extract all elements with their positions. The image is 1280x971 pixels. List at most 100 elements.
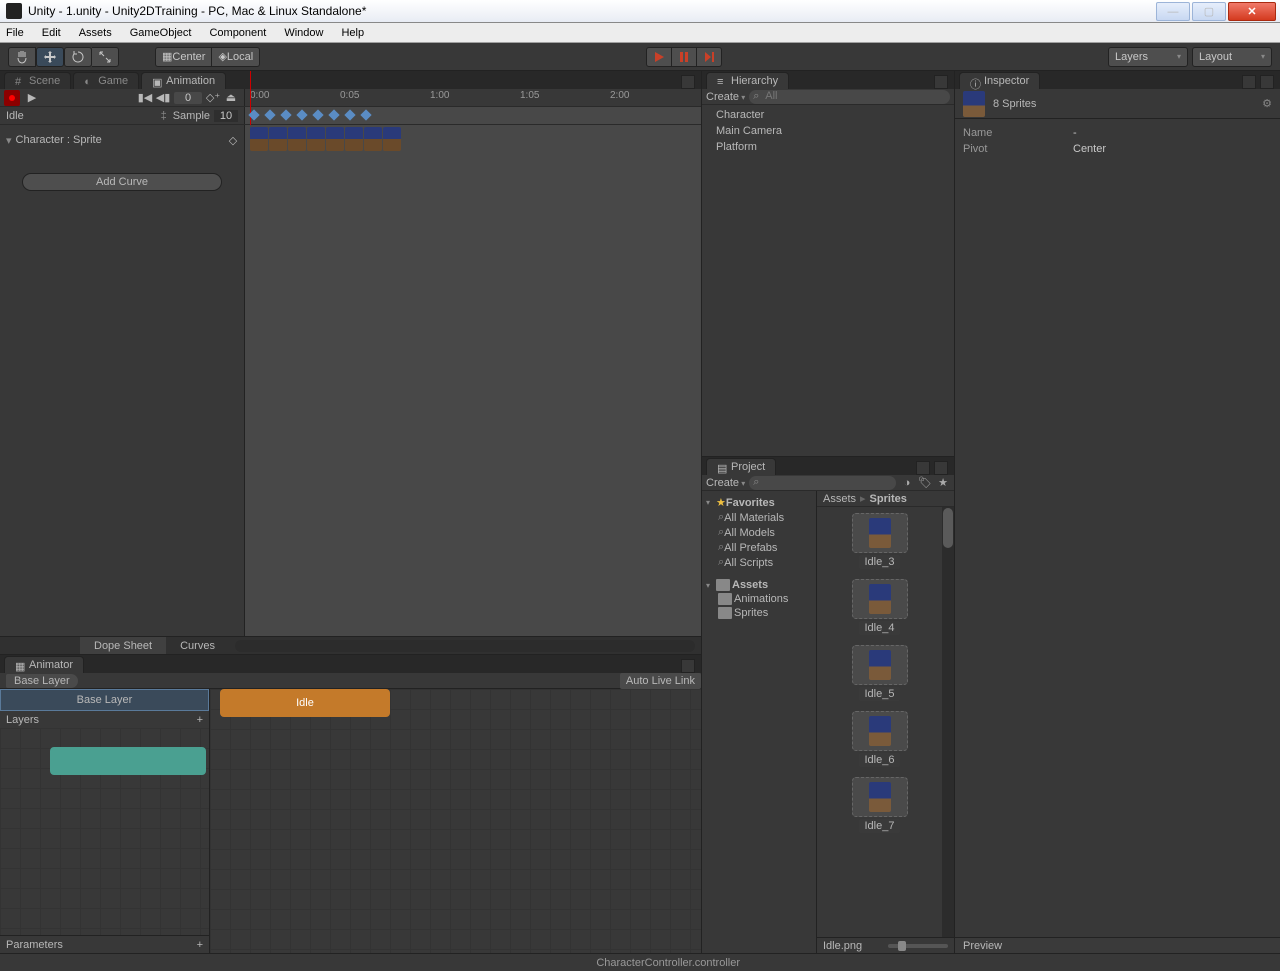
project-scrollbar[interactable] <box>942 507 954 937</box>
window-minimize-button[interactable]: — <box>1156 2 1190 21</box>
auto-live-link-button[interactable]: Auto Live Link <box>620 673 701 689</box>
panel-menu-button[interactable] <box>934 461 948 475</box>
folder-item[interactable]: Animations <box>704 592 814 606</box>
anim-prev-frame-button[interactable]: ◀▮ <box>156 91 170 105</box>
layers-dropdown[interactable]: Layers <box>1108 47 1188 67</box>
anim-next-key-button[interactable]: ◇⁺ <box>206 91 220 105</box>
anim-property-row[interactable]: ▾ Character : Sprite ◇ <box>6 131 238 149</box>
menu-component[interactable]: Component <box>209 27 266 39</box>
favorite-item[interactable]: ⌕All Materials <box>704 510 814 525</box>
frame-number-field[interactable]: 0 <box>174 92 202 104</box>
menu-help[interactable]: Help <box>341 27 364 39</box>
pivot-local-button[interactable]: ◈ Local <box>212 47 260 67</box>
favorite-item[interactable]: ⌕All Models <box>704 525 814 540</box>
keyframe-track[interactable] <box>245 107 701 124</box>
preview-header[interactable]: Preview <box>955 937 1280 953</box>
asset-item[interactable]: Idle_5 <box>845 645 915 701</box>
tab-project[interactable]: ▤Project <box>706 458 776 475</box>
hierarchy-item[interactable]: Character <box>702 107 954 123</box>
tab-animator[interactable]: ▦Animator <box>4 656 84 673</box>
menu-window[interactable]: Window <box>284 27 323 39</box>
asset-item[interactable]: Idle_4 <box>845 579 915 635</box>
animator-breadcrumb[interactable]: Base Layer <box>6 674 78 688</box>
favorite-item[interactable]: ⌕All Scripts <box>704 555 814 570</box>
breadcrumb-item[interactable]: Sprites <box>870 493 907 505</box>
animator-graph-canvas[interactable]: Idle <box>210 689 701 953</box>
hierarchy-item[interactable]: Platform <box>702 139 954 155</box>
dope-sheet-tab[interactable]: Dope Sheet <box>80 637 166 654</box>
panel-menu-button[interactable] <box>934 75 948 89</box>
inspector-settings-button[interactable]: ⚙ <box>1262 97 1272 110</box>
window-maximize-button[interactable]: ▢ <box>1192 2 1226 21</box>
search-by-label-button[interactable]: 🏷 <box>918 476 932 490</box>
scene-icon: # <box>15 76 25 86</box>
panel-lock-button[interactable] <box>1242 75 1256 89</box>
search-by-type-button[interactable]: ◑ <box>900 476 914 490</box>
keyframe[interactable] <box>280 109 291 120</box>
step-button[interactable] <box>697 47 722 67</box>
keyframe[interactable] <box>248 109 259 120</box>
hand-tool-button[interactable] <box>8 47 36 67</box>
hierarchy-item[interactable]: Main Camera <box>702 123 954 139</box>
pivot-center-button[interactable]: ▦ Center <box>155 47 212 67</box>
ruler-label: 2:00 <box>610 90 629 101</box>
window-titlebar: Unity - 1.unity - Unity2DTraining - PC, … <box>0 0 1280 23</box>
rotate-tool-button[interactable] <box>64 47 92 67</box>
asset-item[interactable]: Idle_6 <box>845 711 915 767</box>
tab-scene[interactable]: #Scene <box>4 72 71 89</box>
record-button[interactable] <box>4 90 20 106</box>
add-layer-button[interactable]: + <box>197 714 203 726</box>
breadcrumb-item[interactable]: Assets <box>823 493 856 505</box>
add-parameter-button[interactable]: + <box>197 939 203 951</box>
keyframe[interactable] <box>328 109 339 120</box>
anim-first-frame-button[interactable]: ▮◀ <box>138 91 152 105</box>
hierarchy-create-button[interactable]: Create <box>706 91 745 103</box>
curves-tab[interactable]: Curves <box>166 637 229 654</box>
tab-hierarchy[interactable]: ≡Hierarchy <box>706 72 789 89</box>
tab-animation[interactable]: ▣Animation <box>141 72 226 89</box>
hierarchy-search-input[interactable]: All <box>749 90 950 104</box>
menu-edit[interactable]: Edit <box>42 27 61 39</box>
window-close-button[interactable]: ✕ <box>1228 2 1276 21</box>
animator-any-state-node[interactable] <box>50 747 206 775</box>
assets-node[interactable]: ▾ Assets <box>704 578 814 592</box>
layout-dropdown[interactable]: Layout <box>1192 47 1272 67</box>
anim-add-event-button[interactable]: ⏏ <box>224 91 238 105</box>
play-button[interactable] <box>646 47 672 67</box>
panel-menu-button[interactable] <box>681 659 695 673</box>
menu-assets[interactable]: Assets <box>79 27 112 39</box>
project-create-button[interactable]: Create <box>706 477 745 489</box>
save-search-button[interactable]: ★ <box>936 476 950 490</box>
favorite-item[interactable]: ⌕All Prefabs <box>704 540 814 555</box>
asset-item[interactable]: Idle_3 <box>845 513 915 569</box>
menu-gameobject[interactable]: GameObject <box>130 27 192 39</box>
tab-inspector[interactable]: ⓘInspector <box>959 72 1040 89</box>
pause-button[interactable] <box>672 47 697 67</box>
add-curve-button[interactable]: Add Curve <box>22 173 222 191</box>
timeline-scrollbar[interactable] <box>235 640 695 652</box>
keyframe[interactable] <box>264 109 275 120</box>
scale-tool-button[interactable] <box>92 47 119 67</box>
animator-layer-item[interactable]: Base Layer <box>0 689 209 711</box>
sample-value-field[interactable]: 10 <box>214 110 238 122</box>
folder-item[interactable]: Sprites <box>704 606 814 620</box>
anim-play-button[interactable]: ▶ <box>24 90 40 106</box>
keyframe[interactable] <box>312 109 323 120</box>
panel-menu-button[interactable] <box>1260 75 1274 89</box>
panel-menu-button[interactable] <box>681 75 695 89</box>
menu-file[interactable]: File <box>6 27 24 39</box>
favorites-node[interactable]: ▾★ Favorites <box>704 495 814 510</box>
panel-lock-button[interactable] <box>916 461 930 475</box>
tab-game[interactable]: ◐Game <box>73 72 139 89</box>
project-search-input[interactable] <box>749 476 896 490</box>
keyframe[interactable] <box>296 109 307 120</box>
anim-clip-dropdown[interactable]: Idle <box>6 110 161 122</box>
asset-item[interactable]: Idle_7 <box>845 777 915 833</box>
keyframe[interactable] <box>344 109 355 120</box>
timeline-ruler[interactable]: 0:00 0:05 1:00 1:05 2:00 <box>245 89 701 106</box>
thumbnail-size-slider[interactable] <box>888 944 948 948</box>
animator-idle-state-node[interactable]: Idle <box>220 689 390 717</box>
move-tool-button[interactable] <box>36 47 64 67</box>
keyframe[interactable] <box>360 109 371 120</box>
timeline-body[interactable] <box>245 125 701 636</box>
